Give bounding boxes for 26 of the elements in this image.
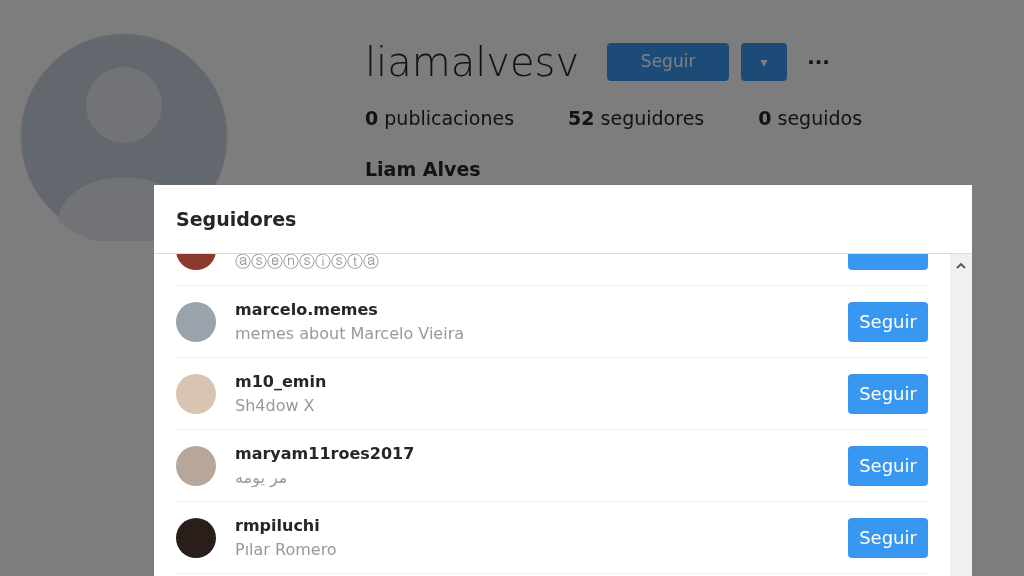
follow-button[interactable]: Seguir <box>848 373 928 414</box>
follower-avatar <box>176 517 216 558</box>
follower-avatar <box>176 445 216 486</box>
profile-stat[interactable]: 52 seguidores <box>568 104 705 133</box>
follower-username[interactable]: maryam11roes2017 <box>235 441 848 466</box>
profile-username: liamalvesv <box>365 38 581 86</box>
follower-full-name: Pılar Romero <box>235 538 338 561</box>
scroll-up-icon[interactable] <box>956 262 966 269</box>
follower-username[interactable]: rmpiluchi <box>235 513 848 538</box>
modal-title: Seguidores <box>176 206 297 232</box>
follow-button[interactable]: Seguir <box>848 301 928 342</box>
follow-button[interactable]: Seguir <box>607 43 730 81</box>
follower-username[interactable]: m10_emin <box>235 369 848 394</box>
profile-stat[interactable]: 0 publicaciones <box>365 104 515 133</box>
follower-full-name: ⓐⓢⓔⓝⓢⓘⓢⓣⓐ <box>235 254 380 273</box>
follow-button[interactable]: Seguir <box>848 517 928 558</box>
follower-full-name: Sh4dow X <box>235 394 316 417</box>
follower-username[interactable]: marcelo.memes <box>235 297 848 322</box>
more-button[interactable]: ··· <box>799 47 838 77</box>
follow-button[interactable]: Seguir <box>848 445 928 486</box>
follower-full-name: مر يومه <box>235 466 289 490</box>
follower-avatar <box>176 373 216 414</box>
follower-full-name: memes about Marcelo Vieira <box>235 322 466 345</box>
follower-avatar <box>176 301 216 342</box>
profile-full-name: Liam Alves <box>365 156 482 182</box>
profile-stat[interactable]: 0 seguidos <box>758 104 863 133</box>
